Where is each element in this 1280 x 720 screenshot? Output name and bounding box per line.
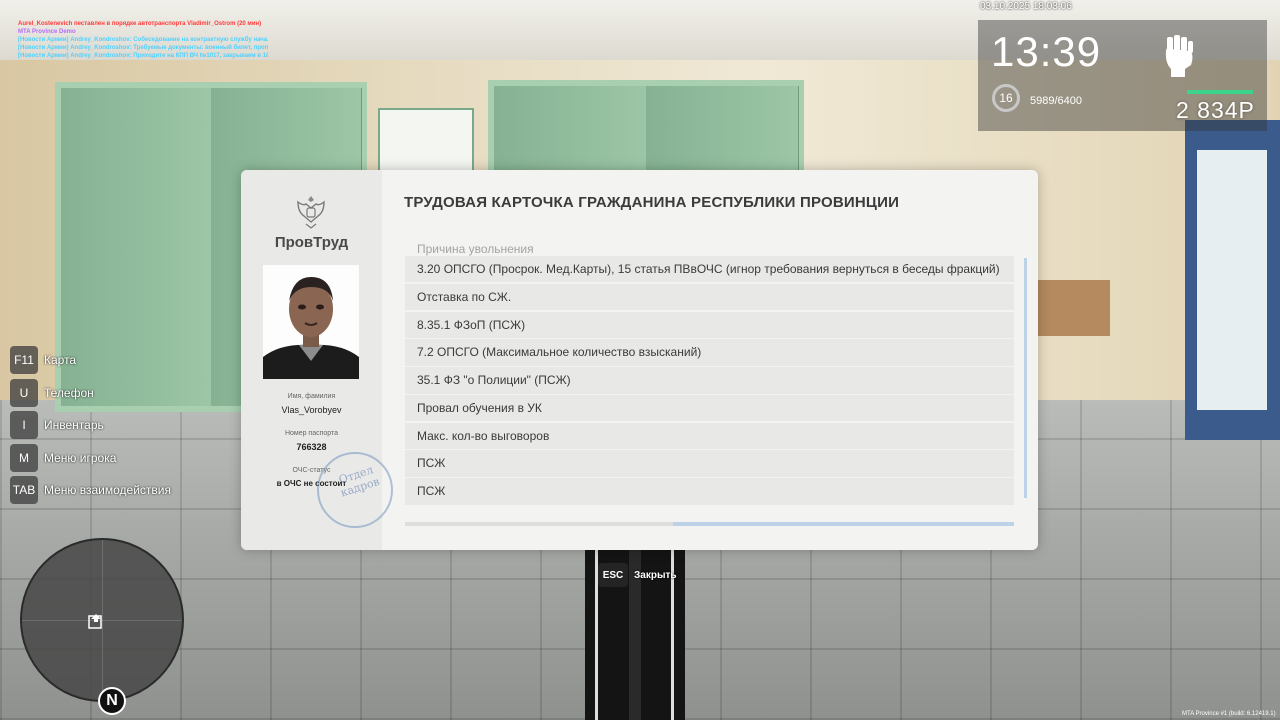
- employment-record-modal: ПровТруд Имя, фамилия Vlas_Vorobyev Номе…: [241, 170, 1038, 550]
- character-photo: [263, 265, 359, 379]
- wall-handrail: [1038, 280, 1110, 336]
- dismissal-reason-row: ПСЖ: [405, 450, 1014, 477]
- hotkey-key: F11: [10, 346, 38, 374]
- dismissal-reason-list[interactable]: Причина увольнения 3.20 ОПСГО (Просрок. …: [405, 242, 1014, 506]
- profile-sidebar: ПровТруд Имя, фамилия Vlas_Vorobyev Номе…: [241, 170, 393, 550]
- dismissal-reason-row: ПСЖ: [405, 478, 1014, 505]
- dismissal-reason-row: Провал обучения в УК: [405, 394, 1014, 422]
- hotkey-menu: F11 Карта U Телефон I Инвентарь M Меню и…: [10, 346, 171, 509]
- health-bar: [1187, 90, 1253, 94]
- dismissal-reason-row: 3.20 ОПСГО (Просрок. Мед.Карты), 15 стат…: [405, 256, 1014, 283]
- passport-value: 766328: [296, 442, 327, 452]
- dismissal-reason-row: 8.35.1 ФЗоП (ПСЖ): [405, 311, 1014, 338]
- level-badge: 16: [992, 84, 1020, 112]
- hotkey-label: Карта: [44, 353, 77, 367]
- close-button[interactable]: ESC Закрыть: [598, 563, 677, 587]
- chat-line: [Новости Армии] Andrey_Kondroshov: Прихо…: [18, 53, 268, 59]
- dismissal-reason-row: 7.2 ОПСГО (Максимальное количество взыск…: [405, 339, 1014, 366]
- dismissal-reason-row: 35.1 ФЗ "о Полиции" (ПСЖ): [405, 367, 1014, 394]
- esc-key: ESC: [598, 563, 628, 587]
- passport-label: Номер паспорта: [284, 430, 339, 437]
- dismissal-reason-row: Отставка по СЖ.: [405, 283, 1014, 311]
- hotkey-key: U: [10, 378, 38, 407]
- hotkey-key: M: [10, 443, 38, 472]
- date-time-readout: 03.10.2025 18:03:06: [980, 1, 1072, 12]
- list-header: Причина увольнения: [417, 242, 534, 256]
- build-version: MTA Province #1 (build: 6.12419.1): [1182, 711, 1276, 717]
- hotkey-map[interactable]: F11 Карта: [10, 346, 171, 374]
- money-balance: 2 834Р: [1176, 97, 1255, 123]
- chat-log: Aurel_Kostenevich пеставлен в порядке ав…: [18, 20, 268, 60]
- horizontal-scrollbar[interactable]: [405, 522, 1014, 526]
- hotkey-key: TAB: [10, 476, 38, 505]
- hotkey-label: Инвентарь: [44, 418, 104, 433]
- hotkey-player-menu[interactable]: M Меню игрока: [10, 443, 171, 472]
- game-clock: 13:39: [991, 28, 1102, 75]
- chat-line: [Новости Армии] Andrey_Kondroshov: Собес…: [18, 37, 268, 43]
- name-label: Имя, фамилия: [287, 393, 336, 400]
- vertical-scrollbar[interactable]: [1024, 258, 1027, 498]
- chat-line: Aurel_Kostenevich пеставлен в порядке ав…: [18, 21, 262, 27]
- hotkey-key: I: [10, 411, 38, 440]
- dismissal-reason-row: Макс. кол-во выговоров: [405, 422, 1014, 450]
- experience-counter: 5989/6400: [1030, 95, 1082, 107]
- hotkey-label: Меню игрока: [44, 450, 117, 465]
- glass-door: [1185, 120, 1280, 440]
- eagle-emblem-icon: [294, 194, 328, 230]
- north-indicator: N: [98, 687, 126, 715]
- hotkey-label: Телефон: [44, 385, 94, 400]
- modal-title: ТРУДОВАЯ КАРТОЧКА ГРАЖДАНИНА РЕСПУБЛИКИ …: [404, 194, 900, 211]
- hotkey-inventory[interactable]: I Инвентарь: [10, 411, 171, 440]
- fist-icon: [1163, 35, 1195, 77]
- chat-line: [Новости Армии] Andrey_Kondroshov: Требу…: [18, 45, 268, 51]
- chat-line: MTA Province Demo: [18, 29, 76, 35]
- player-marker-icon: [88, 613, 104, 629]
- name-value: Vlas_Vorobyev: [281, 405, 342, 415]
- ministry-name: ПровТруд: [274, 234, 349, 251]
- hotkey-label: Меню взаимодействия: [44, 483, 171, 498]
- hotkey-interaction-menu[interactable]: TAB Меню взаимодействия: [10, 476, 171, 505]
- close-label: Закрыть: [634, 569, 677, 581]
- hotkey-phone[interactable]: U Телефон: [10, 378, 171, 407]
